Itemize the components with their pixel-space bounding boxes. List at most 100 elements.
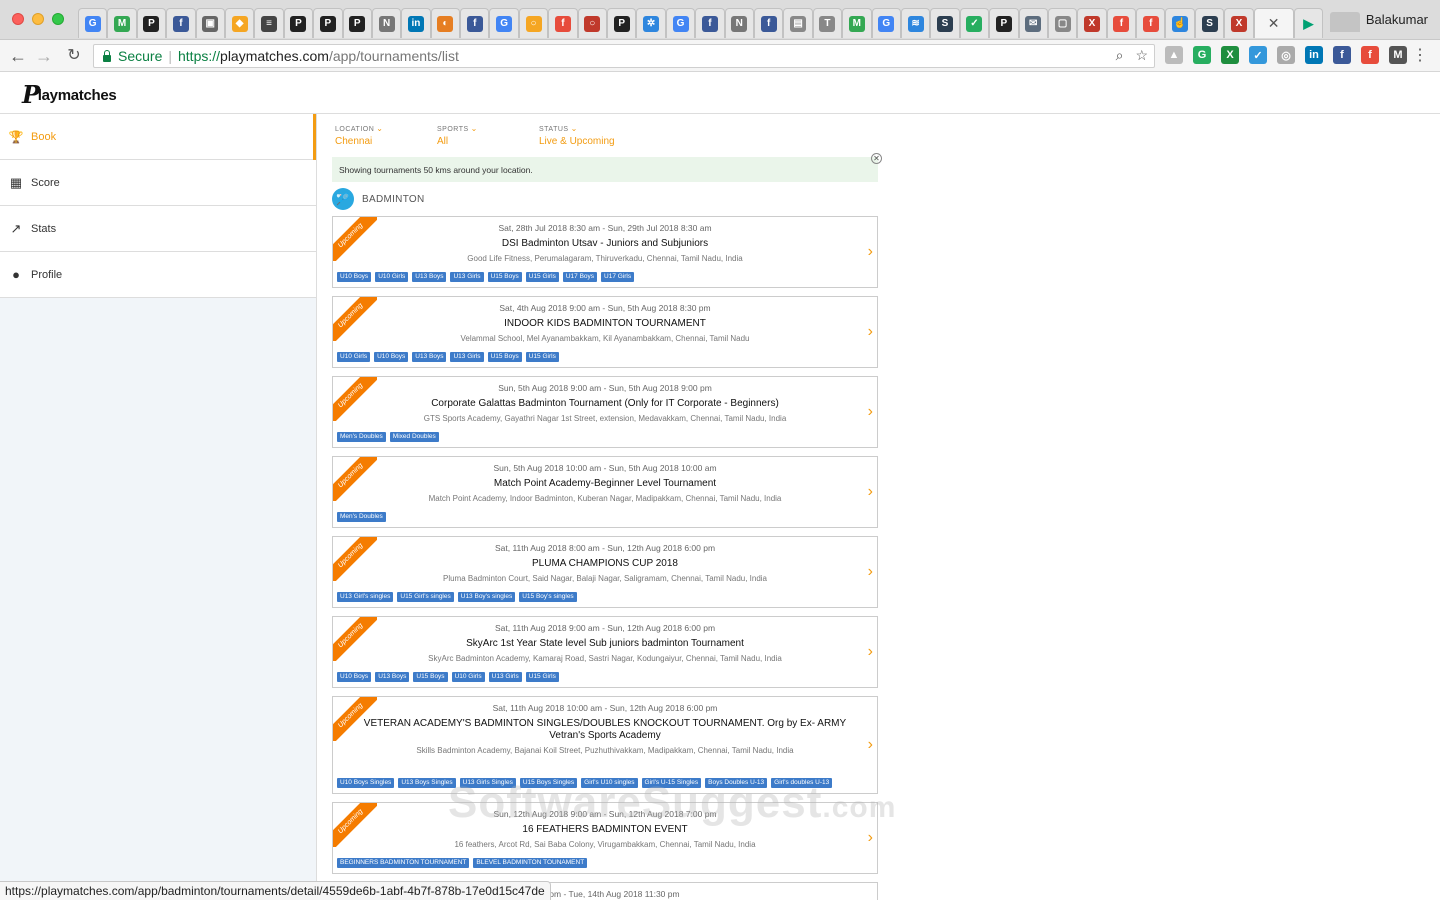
- sidebar-item-book[interactable]: 🏆 Book: [0, 114, 316, 160]
- extension-icon[interactable]: f: [1333, 46, 1351, 64]
- browser-tab[interactable]: X: [1224, 8, 1254, 38]
- browser-tab[interactable]: ≡: [254, 8, 284, 38]
- browser-tab[interactable]: ☝: [1165, 8, 1195, 38]
- address-bar[interactable]: Secure | https:// playmatches.com /app/t…: [93, 44, 1155, 68]
- back-arrow-icon[interactable]: ←: [8, 46, 28, 66]
- sidebar-item-label: Stats: [31, 222, 57, 235]
- bookmark-star-icon[interactable]: ☆: [1135, 47, 1148, 64]
- url-path: /app/tournaments/list: [328, 48, 459, 64]
- active-browser-tab[interactable]: ✕: [1253, 8, 1294, 38]
- chevron-right-icon[interactable]: ›: [868, 484, 873, 500]
- browser-tab[interactable]: P: [136, 8, 167, 38]
- tab-close-icon[interactable]: ✕: [1266, 15, 1282, 32]
- extension-icon[interactable]: X: [1221, 46, 1239, 64]
- browser-tab[interactable]: f: [695, 8, 725, 38]
- chevron-right-icon[interactable]: ›: [868, 324, 873, 340]
- category-tag: U17 Boys: [562, 272, 598, 282]
- browser-tab[interactable]: P: [989, 8, 1019, 38]
- browser-tab[interactable]: ○: [577, 8, 608, 38]
- tournament-card[interactable]: Upcoming Sat, 11th Aug 2018 9:00 am - Sun…: [332, 616, 878, 688]
- extension-icon[interactable]: f: [1361, 46, 1379, 64]
- tournament-card[interactable]: Upcoming Sat, 28th Jul 2018 8:30 am - Sun…: [332, 216, 878, 288]
- reload-icon[interactable]: ↻: [64, 46, 84, 66]
- filter-value: Live & Upcoming: [539, 136, 615, 147]
- sidebar-item-score[interactable]: ▦ Score: [0, 160, 316, 206]
- browser-menu-icon[interactable]: ⋮: [1412, 47, 1428, 65]
- browser-tab[interactable]: P: [283, 8, 314, 38]
- extension-icon[interactable]: ▲: [1165, 46, 1183, 64]
- browser-tab[interactable]: f: [753, 8, 784, 38]
- browser-tab[interactable]: S: [930, 8, 960, 38]
- playmatches-logo[interactable]: Playmatches: [22, 80, 117, 109]
- chevron-right-icon[interactable]: ›: [868, 244, 873, 260]
- close-icon[interactable]: ✕: [871, 153, 882, 164]
- browser-tab[interactable]: M: [107, 8, 137, 38]
- browser-tab[interactable]: X: [1077, 8, 1107, 38]
- extension-icon[interactable]: G: [1193, 46, 1211, 64]
- browser-tab[interactable]: f: [548, 8, 578, 38]
- chevron-right-icon[interactable]: ›: [868, 564, 873, 580]
- sidebar-item-stats[interactable]: ↗ Stats: [0, 206, 316, 252]
- browser-tab[interactable]: G: [871, 8, 901, 38]
- browser-tab[interactable]: P: [607, 8, 637, 38]
- tab-favicon-icon: ◆: [231, 15, 248, 32]
- extension-icon[interactable]: M: [1389, 46, 1407, 64]
- filter-status[interactable]: STATUS ⌄ Live & Upcoming: [539, 124, 641, 147]
- zoom-magnifier-icon[interactable]: ⌕: [1116, 47, 1124, 64]
- filter-location[interactable]: LOCATION ⌄ Chennai: [335, 124, 437, 147]
- new-tab-button[interactable]: [1330, 12, 1360, 32]
- browser-tab[interactable]: N: [371, 8, 402, 38]
- browser-tab[interactable]: ▣: [195, 8, 225, 38]
- chevron-right-icon[interactable]: ›: [868, 644, 873, 660]
- tournament-card[interactable]: Upcoming Sun, 5th Aug 2018 9:00 am - Sun,…: [332, 376, 878, 448]
- window-minimize-button[interactable]: [32, 13, 44, 25]
- extension-icon[interactable]: in: [1305, 46, 1323, 64]
- browser-tab[interactable]: ▶: [1293, 8, 1324, 38]
- filter-label-text: LOCATION: [335, 126, 375, 133]
- upcoming-ribbon-label: Upcoming: [333, 697, 377, 741]
- tab-favicon-icon: f: [1113, 15, 1130, 32]
- tournament-venue: Good Life Fitness, Perumalagaram, Thiruv…: [467, 254, 743, 263]
- browser-tab[interactable]: G: [78, 8, 108, 38]
- chevron-right-icon[interactable]: ›: [868, 404, 873, 420]
- tournament-card[interactable]: Upcoming Sat, 11th Aug 2018 8:00 am - Sun…: [332, 536, 878, 608]
- browser-tab[interactable]: M: [842, 8, 872, 38]
- filter-sports[interactable]: SPORTS ⌄ All: [437, 124, 539, 147]
- tournament-card[interactable]: Upcoming Sat, 4th Aug 2018 9:00 am - Sun,…: [332, 296, 878, 368]
- profile-name[interactable]: Balakumar: [1366, 12, 1428, 27]
- browser-tab[interactable]: f: [1136, 8, 1166, 38]
- browser-tab[interactable]: ◐: [430, 8, 461, 38]
- browser-tab[interactable]: f: [460, 8, 490, 38]
- browser-tab[interactable]: ◆: [224, 8, 255, 38]
- forward-arrow-icon[interactable]: →: [34, 46, 54, 66]
- browser-tab[interactable]: ≋: [900, 8, 931, 38]
- window-zoom-button[interactable]: [52, 13, 64, 25]
- extension-icon[interactable]: ◎: [1277, 46, 1295, 64]
- browser-tab[interactable]: G: [665, 8, 696, 38]
- sidebar-item-profile[interactable]: ● Profile: [0, 252, 316, 298]
- browser-tab[interactable]: ✓: [959, 8, 990, 38]
- extension-icon[interactable]: ✓: [1249, 46, 1267, 64]
- browser-tab[interactable]: G: [489, 8, 519, 38]
- upcoming-ribbon-label: Upcoming: [333, 297, 377, 341]
- browser-tab[interactable]: f: [1106, 8, 1137, 38]
- browser-tab[interactable]: f: [166, 8, 196, 38]
- browser-tab[interactable]: ✲: [636, 8, 666, 38]
- browser-tab[interactable]: S: [1194, 8, 1225, 38]
- tournament-date: Sat, 11th Aug 2018 9:00 am - Sun, 12th A…: [494, 623, 716, 633]
- browser-tab[interactable]: P: [313, 8, 343, 38]
- browser-tab[interactable]: in: [401, 8, 431, 38]
- filter-label: STATUS ⌄: [539, 124, 641, 133]
- browser-tab[interactable]: P: [342, 8, 372, 38]
- browser-tab[interactable]: ✉: [1018, 8, 1048, 38]
- chevron-right-icon[interactable]: ›: [868, 830, 873, 846]
- browser-tab[interactable]: N: [724, 8, 754, 38]
- browser-tab[interactable]: T: [812, 8, 843, 38]
- chevron-right-icon[interactable]: ›: [868, 737, 873, 753]
- tournament-title: SkyArc 1st Year State level Sub juniors …: [466, 638, 744, 649]
- browser-tab[interactable]: ○: [518, 8, 549, 38]
- browser-tab[interactable]: ▤: [783, 8, 813, 38]
- tournament-card[interactable]: Upcoming Sun, 5th Aug 2018 10:00 am - Sun…: [332, 456, 878, 528]
- window-close-button[interactable]: [12, 13, 24, 25]
- browser-tab[interactable]: ▢: [1047, 8, 1078, 38]
